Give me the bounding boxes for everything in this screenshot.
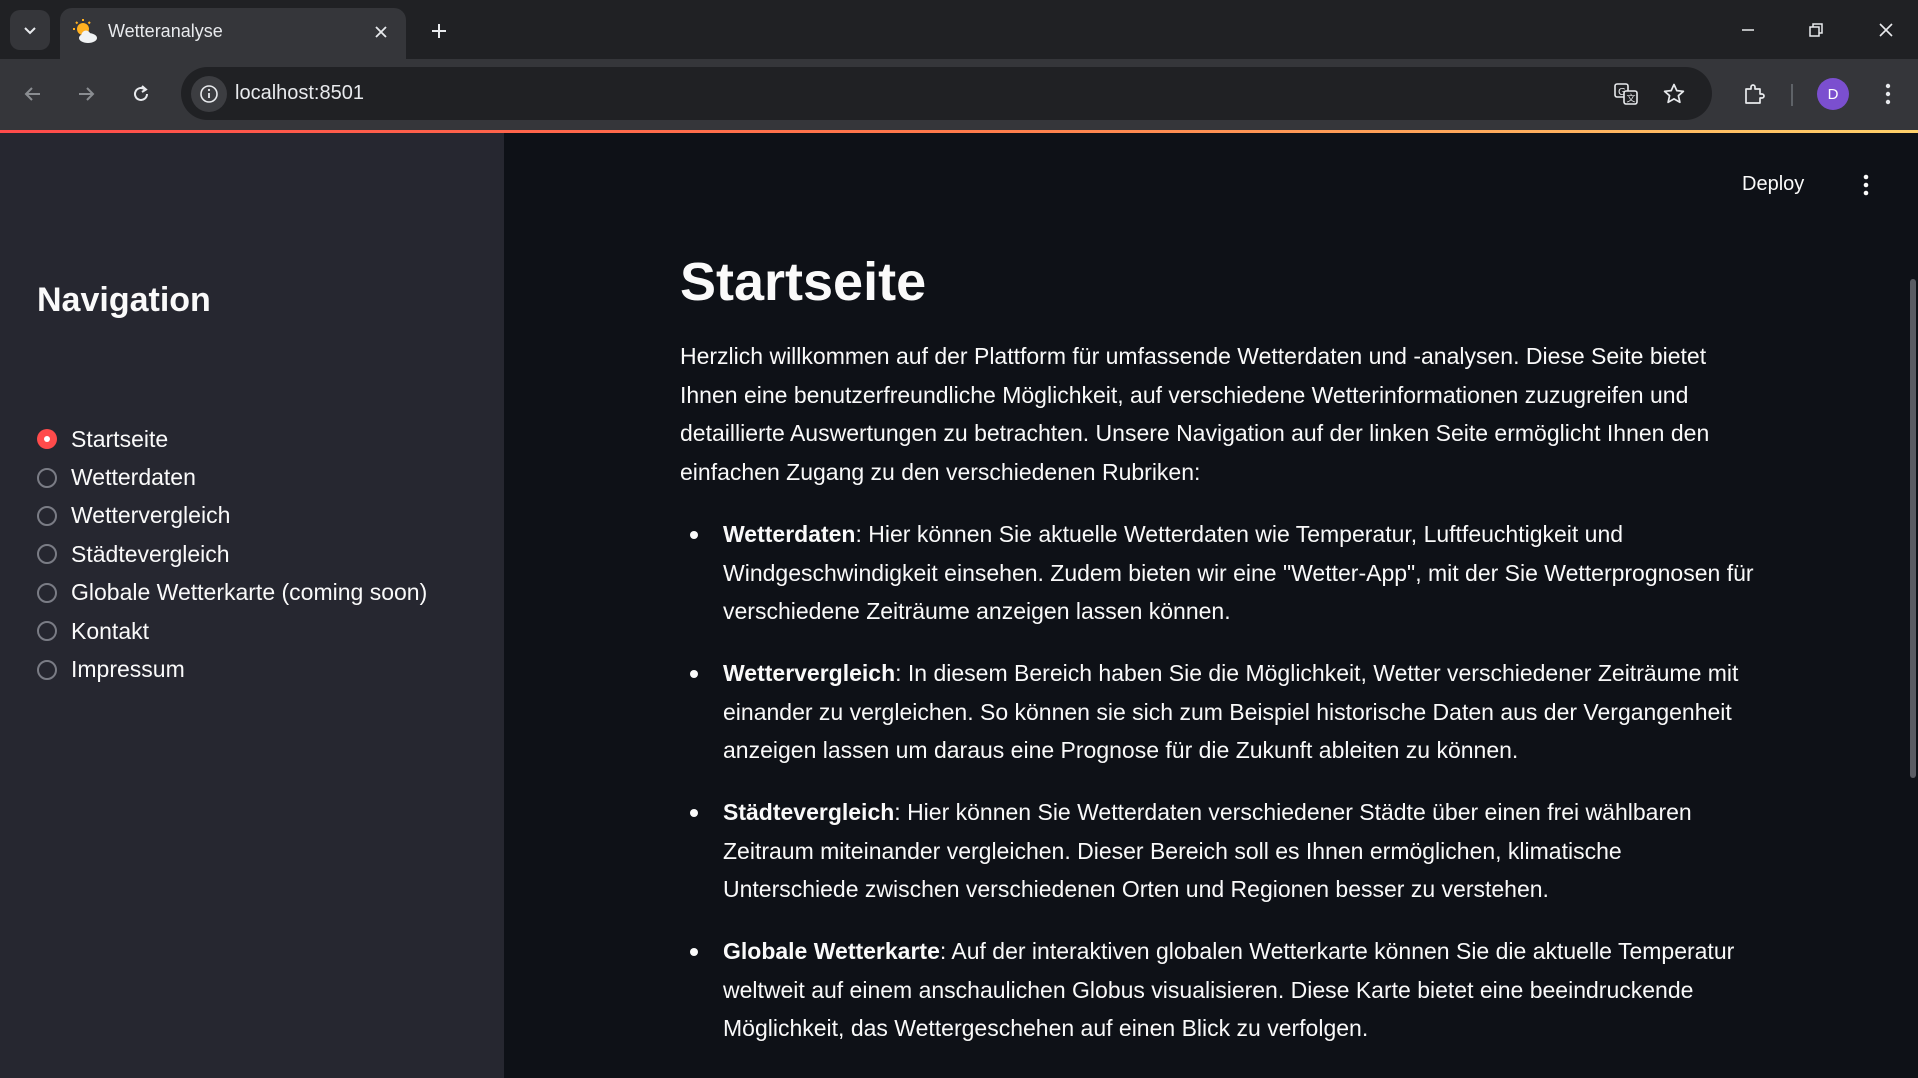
- list-item-wettervergleich: Wettervergleich: In diesem Bereich haben…: [680, 654, 1755, 770]
- nav-option-label[interactable]: Wettervergleich: [71, 502, 230, 529]
- restore-button[interactable]: [1792, 12, 1840, 48]
- nav-option-label[interactable]: Kontakt: [71, 618, 149, 645]
- browser-tab-bar: Wetteranalyse: [0, 0, 1918, 59]
- back-button[interactable]: [14, 75, 52, 113]
- nav-option-startseite[interactable]: Startseite: [37, 420, 427, 458]
- plus-icon: [432, 24, 446, 38]
- chevron-down-icon: [24, 27, 36, 35]
- nav-option-impressum[interactable]: Impressum: [37, 650, 427, 688]
- section-list: Wetterdaten: Hier können Sie aktuelle We…: [680, 515, 1755, 1071]
- radio-icon[interactable]: [37, 582, 57, 603]
- extensions-button[interactable]: [1736, 76, 1772, 112]
- puzzle-icon: [1745, 84, 1765, 104]
- new-tab-button[interactable]: [422, 14, 456, 48]
- sidebar-title: Navigation: [37, 281, 211, 319]
- app-menu-button[interactable]: [1856, 170, 1876, 200]
- nav-option-label[interactable]: Globale Wetterkarte (coming soon): [71, 579, 427, 606]
- reload-button[interactable]: [122, 75, 160, 113]
- radio-icon[interactable]: [37, 505, 57, 526]
- list-item-term: Wettervergleich: [723, 660, 896, 686]
- list-item-staedtevergleich: Städtevergleich: Hier können Sie Wetterd…: [680, 793, 1755, 909]
- radio-icon[interactable]: [37, 544, 57, 565]
- address-bar[interactable]: localhost:8501 G文: [181, 67, 1712, 120]
- nav-option-label[interactable]: Startseite: [71, 426, 168, 453]
- list-item-term: Städtevergleich: [723, 799, 895, 825]
- svg-text:文: 文: [1627, 93, 1636, 105]
- nav-option-wetterdaten[interactable]: Wetterdaten: [37, 458, 427, 496]
- nav-option-globale-wetterkarte[interactable]: Globale Wetterkarte (coming soon): [37, 574, 427, 612]
- close-icon: [1879, 23, 1893, 37]
- profile-avatar[interactable]: D: [1817, 78, 1849, 110]
- nav-option-label[interactable]: Impressum: [71, 656, 185, 683]
- arrow-left-icon: [24, 87, 40, 101]
- toolbar-divider: [1791, 84, 1793, 106]
- tab-close-button[interactable]: [368, 19, 394, 45]
- minimize-button[interactable]: [1724, 12, 1772, 48]
- main-content: Deploy Startseite Herzlich willkommen au…: [504, 133, 1918, 1078]
- close-window-button[interactable]: [1862, 12, 1910, 48]
- star-icon: [1663, 83, 1685, 104]
- kebab-menu-icon: [1863, 174, 1869, 196]
- browser-tab[interactable]: Wetteranalyse: [60, 8, 406, 59]
- navigation-radio-group: Startseite Wetterdaten Wettervergleich S…: [37, 420, 427, 689]
- nav-option-staedtevergleich[interactable]: Städtevergleich: [37, 535, 427, 573]
- browser-toolbar: localhost:8501 G文 D: [0, 59, 1918, 130]
- list-item-term: Wetterdaten: [723, 521, 856, 547]
- nav-option-wettervergleich[interactable]: Wettervergleich: [37, 497, 427, 535]
- nav-option-kontakt[interactable]: Kontakt: [37, 612, 427, 650]
- browser-menu-button[interactable]: [1870, 76, 1906, 112]
- restore-icon: [1809, 23, 1823, 37]
- list-item-term: Globale Wetterkarte: [723, 938, 940, 964]
- list-item-text: : Hier können Sie aktuelle Wetterdaten w…: [723, 521, 1754, 624]
- sidebar: Navigation Startseite Wetterdaten Wetter…: [0, 133, 504, 1078]
- tab-title: Wetteranalyse: [108, 21, 223, 41]
- site-info-button[interactable]: [191, 76, 227, 112]
- deploy-button[interactable]: Deploy: [1742, 173, 1804, 196]
- reload-icon: [134, 85, 148, 101]
- radio-selected-icon[interactable]: [37, 429, 57, 450]
- tab-search-button[interactable]: [10, 10, 50, 50]
- bookmark-button[interactable]: [1658, 78, 1690, 110]
- minimize-icon: [1742, 29, 1754, 31]
- radio-icon[interactable]: [37, 621, 57, 642]
- info-icon: [200, 85, 218, 103]
- close-icon: [375, 26, 387, 38]
- nav-option-label[interactable]: Städtevergleich: [71, 541, 230, 568]
- translate-button[interactable]: G文: [1610, 78, 1642, 110]
- scrollbar[interactable]: [1910, 279, 1916, 778]
- sun-behind-cloud-icon: [73, 19, 97, 43]
- radio-icon[interactable]: [37, 467, 57, 488]
- nav-option-label[interactable]: Wetterdaten: [71, 464, 196, 491]
- forward-button[interactable]: [67, 75, 105, 113]
- kebab-menu-icon: [1885, 83, 1891, 105]
- intro-paragraph: Herzlich willkommen auf der Plattform fü…: [680, 343, 1710, 485]
- list-item-wetterdaten: Wetterdaten: Hier können Sie aktuelle We…: [680, 515, 1755, 631]
- arrow-right-icon: [79, 87, 95, 101]
- page-title: Startseite: [680, 252, 927, 312]
- radio-icon[interactable]: [37, 659, 57, 680]
- list-item-globale-wetterkarte: Globale Wetterkarte: Auf der interaktive…: [680, 932, 1755, 1048]
- url-text[interactable]: localhost:8501: [235, 82, 364, 105]
- translate-icon: G文: [1614, 83, 1638, 105]
